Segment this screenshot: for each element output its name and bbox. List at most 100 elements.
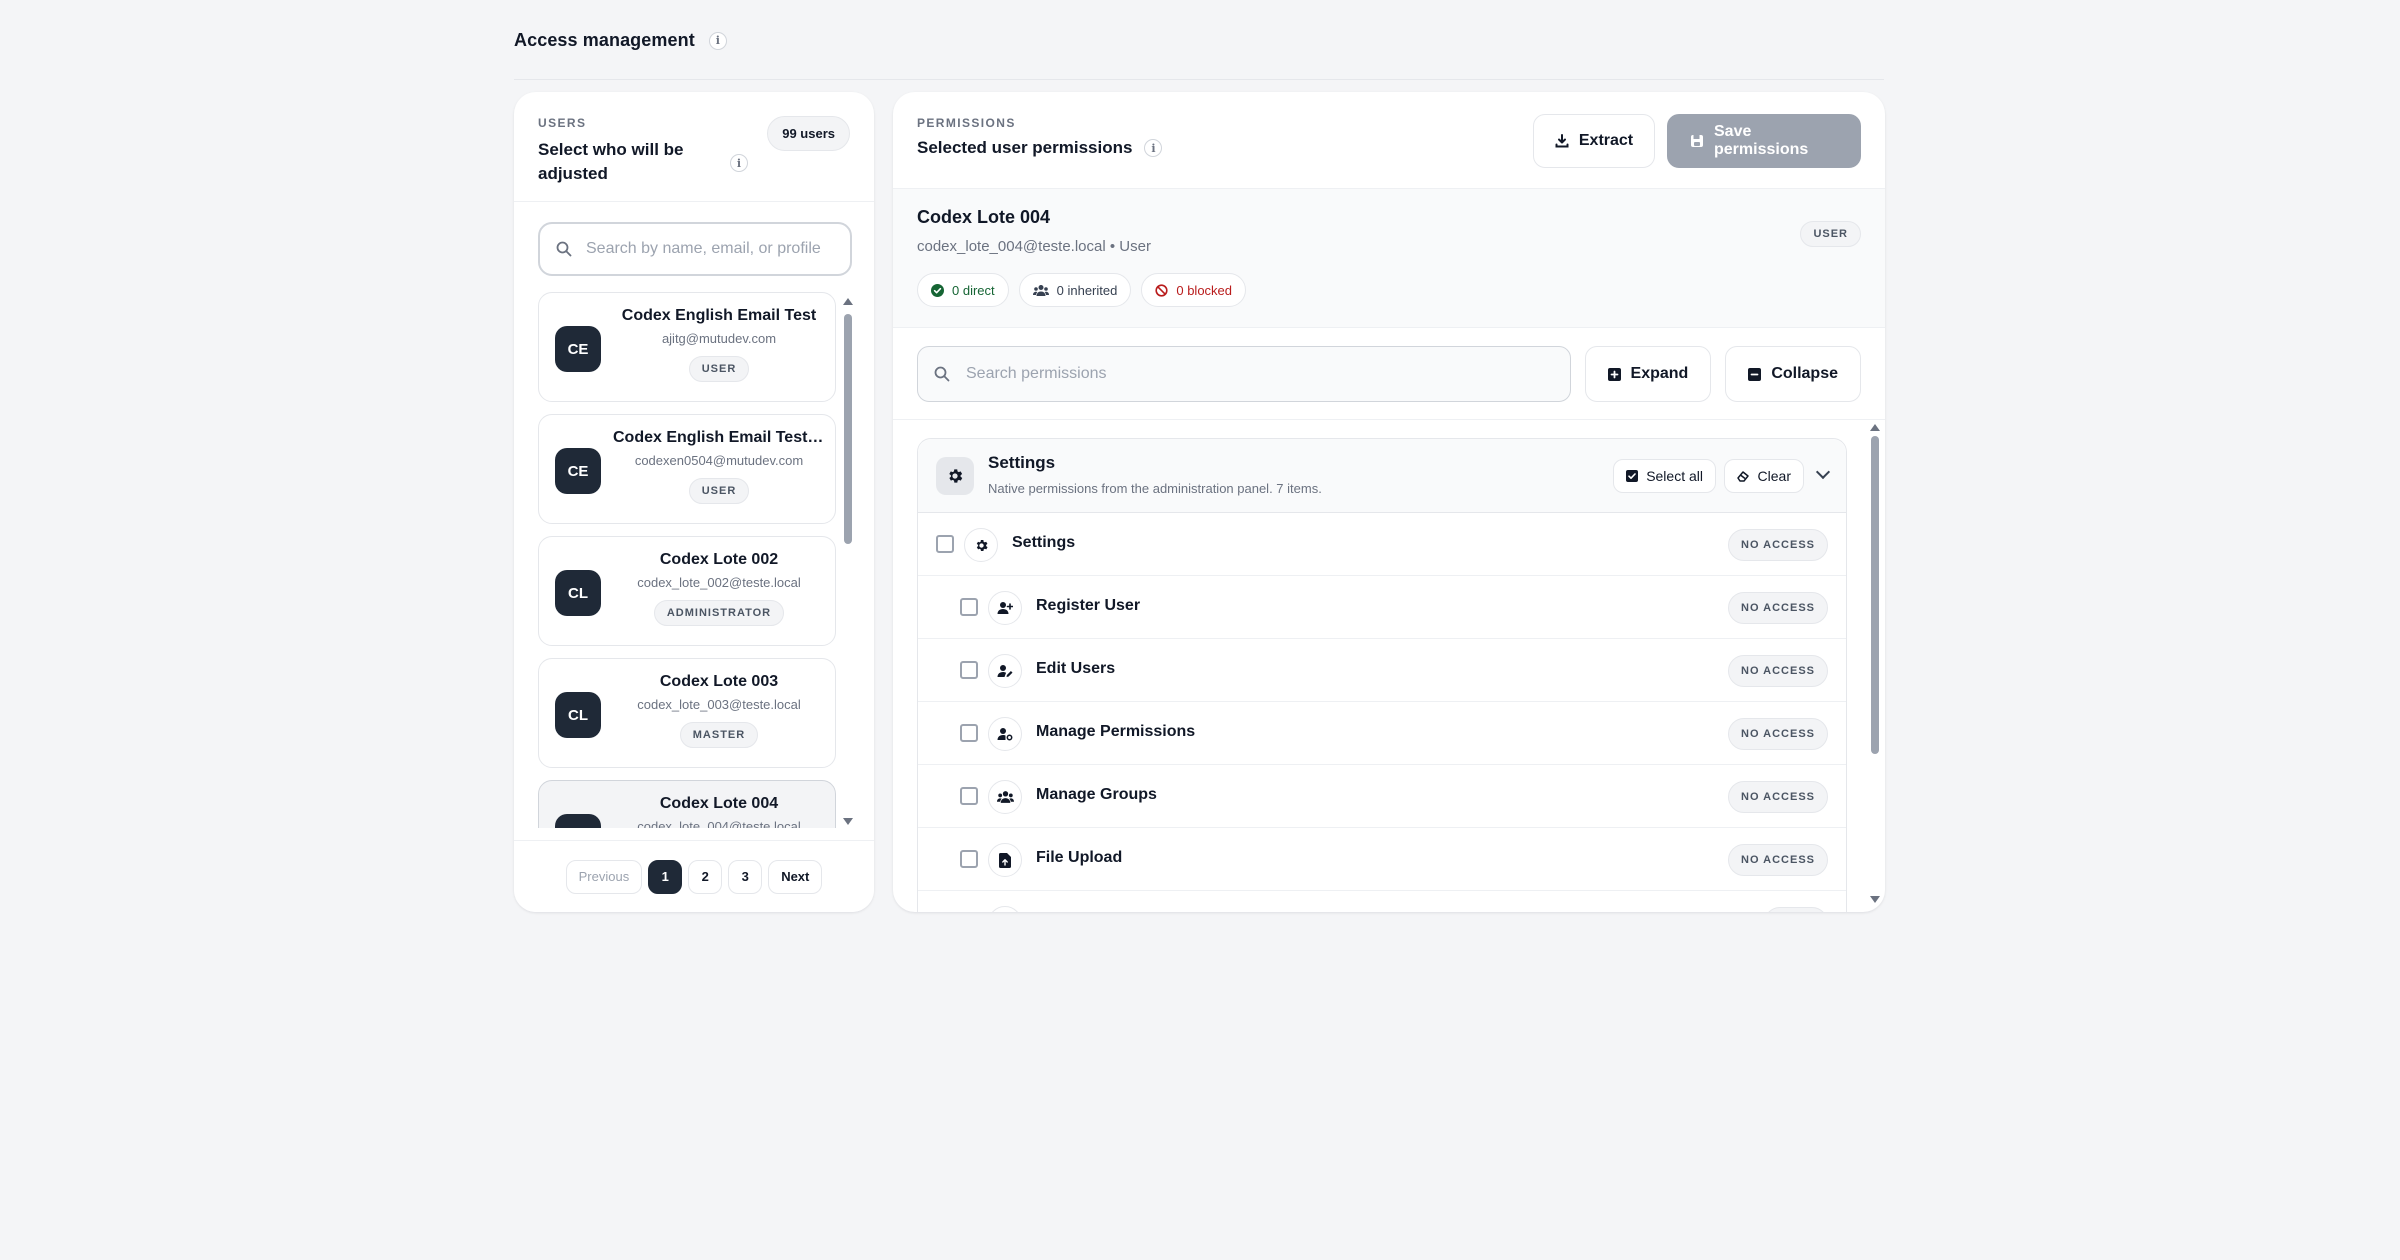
download-icon <box>1555 134 1569 148</box>
permission-row[interactable]: Manage Permissions NO ACCESS <box>918 702 1846 765</box>
group-title: Settings <box>988 453 1056 472</box>
users-search-box[interactable] <box>538 222 852 276</box>
user-card-selected[interactable]: CL Codex Lote 004 codex_lote_004@teste.l… <box>538 780 836 828</box>
users-group-icon <box>988 780 1022 814</box>
role-badge: ADMINISTRATOR <box>653 600 785 626</box>
user-edit-icon <box>988 654 1022 688</box>
collapse-label: Collapse <box>1771 365 1838 382</box>
permission-label: Manage Permissions <box>1036 723 1196 740</box>
scroll-up-arrow-icon[interactable] <box>843 298 853 305</box>
users-search-input[interactable] <box>586 240 834 258</box>
users-group-icon <box>1032 284 1049 297</box>
previous-page-button[interactable]: Previous <box>565 859 643 894</box>
permission-label: Manage Groups <box>1036 786 1157 803</box>
role-badge: MASTER <box>679 722 759 748</box>
page-title: Access management <box>514 30 695 50</box>
user-name: Codex Lote 004 <box>659 795 779 812</box>
user-card[interactable]: CE Codex English Email Test ... codexen0… <box>538 414 836 524</box>
scroll-up-arrow-icon[interactable] <box>1870 424 1880 431</box>
permission-icon <box>988 906 1022 912</box>
inherited-count-chip: 0 inherited <box>1018 273 1132 307</box>
permission-checkbox[interactable] <box>960 661 978 679</box>
user-list[interactable]: CE Codex English Email Test ajitg@mutude… <box>538 292 836 828</box>
page-header: Access management i <box>514 30 1884 80</box>
permission-row[interactable]: Manage Groups NO ACCESS <box>918 765 1846 828</box>
expand-label: Expand <box>1630 365 1689 382</box>
permissions-search-input[interactable] <box>966 365 1554 383</box>
minus-square-icon <box>1748 367 1762 381</box>
user-name: Codex English Email Test ... <box>613 429 825 446</box>
user-card[interactable]: CL Codex Lote 003 codex_lote_003@teste.l… <box>538 658 836 768</box>
page-button-3[interactable]: 3 <box>728 859 763 894</box>
scrollbar-thumb[interactable] <box>1871 436 1879 754</box>
user-card[interactable]: CE Codex English Email Test ajitg@mutude… <box>538 292 836 402</box>
role-badge: USER <box>688 478 750 504</box>
avatar: CE <box>555 448 601 494</box>
users-panel: USERS Select who will be adjusted i 99 u… <box>514 92 874 912</box>
direct-count: 0 direct <box>952 282 995 298</box>
user-name: Codex Lote 003 <box>659 673 779 690</box>
ban-icon <box>1155 283 1168 297</box>
permission-checkbox[interactable] <box>960 787 978 805</box>
save-icon <box>1690 134 1704 148</box>
info-icon[interactable]: i <box>730 154 748 172</box>
user-plus-icon <box>988 591 1022 625</box>
permissions-search-box[interactable] <box>917 346 1571 402</box>
users-header: USERS Select who will be adjusted i 99 u… <box>514 92 874 202</box>
permission-checkbox[interactable] <box>960 850 978 868</box>
permission-row-partial[interactable] <box>918 891 1846 912</box>
user-email: ajitg@mutudev.com <box>661 331 777 346</box>
permission-label: File Upload <box>1036 849 1123 866</box>
permission-group-header[interactable]: Settings Native permissions from the adm… <box>918 439 1846 513</box>
check-circle-icon <box>931 283 944 297</box>
permissions-scrollbar[interactable] <box>1870 422 1880 910</box>
chevron-down-icon[interactable] <box>1815 464 1831 480</box>
permissions-subtitle: Selected user permissions <box>917 138 1133 157</box>
avatar: CL <box>555 692 601 738</box>
permission-row[interactable]: Settings NO ACCESS <box>918 513 1846 576</box>
next-page-button[interactable]: Next <box>768 859 823 894</box>
select-all-button[interactable]: Select all <box>1613 459 1716 493</box>
page-button-1[interactable]: 1 <box>648 859 683 894</box>
extract-button[interactable]: Extract <box>1533 114 1655 168</box>
user-list-scrollbar[interactable] <box>843 296 853 830</box>
permission-row[interactable]: Register User NO ACCESS <box>918 576 1846 639</box>
collapse-button[interactable]: Collapse <box>1725 346 1861 402</box>
clear-label: Clear <box>1757 468 1791 484</box>
user-name: Codex Lote 002 <box>659 551 779 568</box>
users-count-badge: 99 users <box>767 116 850 151</box>
permission-label: Edit Users <box>1036 660 1116 677</box>
scrollbar-thumb[interactable] <box>844 314 852 544</box>
avatar: CL <box>555 814 601 828</box>
scroll-down-arrow-icon[interactable] <box>1870 896 1880 903</box>
user-email: codexen0504@mutudev.com <box>634 453 804 468</box>
checkbox-checked-icon <box>1626 470 1639 482</box>
scroll-down-arrow-icon[interactable] <box>843 818 853 825</box>
permission-row[interactable]: Edit Users NO ACCESS <box>918 639 1846 702</box>
users-subtitle: Select who will be adjusted <box>538 140 684 183</box>
expand-button[interactable]: Expand <box>1584 346 1712 402</box>
selected-user-name: Codex Lote 004 <box>917 207 1051 227</box>
blocked-count: 0 blocked <box>1176 282 1233 298</box>
save-label: Save permissions <box>1714 123 1809 158</box>
permission-row[interactable]: File Upload NO ACCESS <box>918 828 1846 891</box>
clear-button[interactable]: Clear <box>1723 459 1804 493</box>
user-email: codex_lote_003@teste.local <box>637 697 801 712</box>
direct-count-chip: 0 direct <box>917 273 1009 307</box>
plus-square-icon <box>1607 367 1621 381</box>
role-badge: USER <box>688 356 750 382</box>
info-icon[interactable]: i <box>1144 139 1163 157</box>
permission-groups: Settings Native permissions from the adm… <box>917 420 1847 912</box>
info-icon[interactable]: i <box>708 31 727 50</box>
permission-checkbox[interactable] <box>936 535 954 553</box>
permission-checkbox[interactable] <box>960 598 978 616</box>
save-permissions-button[interactable]: Save permissions <box>1667 114 1861 168</box>
access-level-badge: NO ACCESS <box>1728 718 1828 750</box>
user-card[interactable]: CL Codex Lote 002 codex_lote_002@teste.l… <box>538 536 836 646</box>
access-level-badge: NO ACCESS <box>1728 844 1828 876</box>
page-button-2[interactable]: 2 <box>688 859 723 894</box>
permission-label: Register User <box>1036 597 1141 614</box>
group-description: Native permissions from the administrati… <box>988 481 1322 496</box>
permissions-panel: PERMISSIONS Selected user permissions i … <box>893 92 1885 912</box>
permission-checkbox[interactable] <box>960 724 978 742</box>
